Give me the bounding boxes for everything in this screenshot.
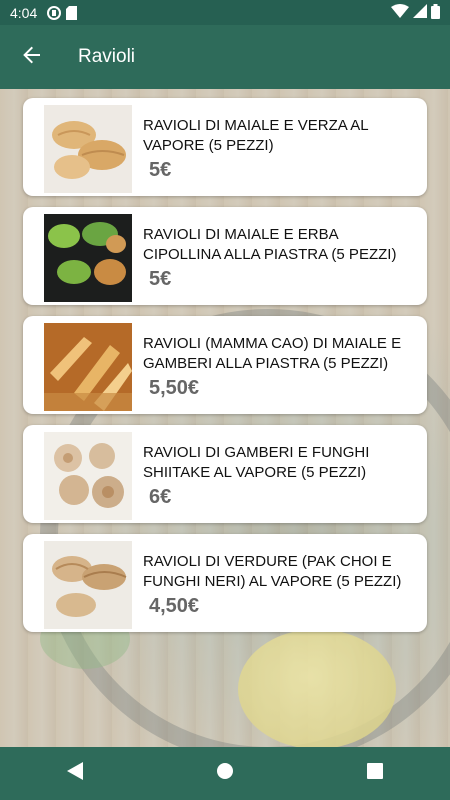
- dish-price: 6€: [149, 486, 172, 508]
- dish-image: [44, 105, 132, 193]
- dish-price: 4,50€: [149, 595, 200, 617]
- circle-home-icon: [216, 762, 234, 785]
- triangle-back-icon: [67, 762, 83, 785]
- signal-icon: [413, 4, 427, 21]
- arrow-back-icon: [22, 45, 42, 70]
- wifi-icon: [391, 4, 409, 21]
- menu-item-card[interactable]: RAVIOLI DI GAMBERI E FUNGHI SHIITAKE AL …: [23, 425, 427, 523]
- square-recents-icon: [367, 763, 383, 784]
- menu-item-card[interactable]: RAVIOLI (MAMMA CAO) DI MAIALE E GAMBERI …: [23, 316, 427, 414]
- dish-title: RAVIOLI DI VERDURE (PAK CHOI E FUNGHI NE…: [143, 553, 402, 590]
- dish-price: 5€: [149, 159, 172, 181]
- page-title: Ravioli: [78, 46, 136, 67]
- dish-image: [44, 541, 132, 629]
- system-nav-bar: [0, 747, 450, 800]
- dish-title: RAVIOLI DI MAIALE E VERZA AL VAPORE (5 P…: [143, 117, 369, 154]
- dish-image: [44, 432, 132, 520]
- notification-app-icon: [47, 5, 62, 20]
- dish-title: RAVIOLI DI MAIALE E ERBA CIPOLLINA ALLA …: [143, 226, 397, 263]
- nav-recents-button[interactable]: [345, 747, 405, 800]
- dish-image: [44, 323, 132, 411]
- battery-icon: [431, 3, 440, 22]
- status-right-icons: [391, 3, 440, 22]
- back-button[interactable]: [0, 25, 64, 89]
- dish-image: [44, 214, 132, 302]
- dish-price: 5,50€: [149, 377, 200, 399]
- dish-title: RAVIOLI (MAMMA CAO) DI MAIALE E GAMBERI …: [143, 335, 402, 372]
- sd-card-icon: [66, 5, 78, 20]
- nav-home-button[interactable]: [195, 747, 255, 800]
- dish-title: RAVIOLI DI GAMBERI E FUNGHI SHIITAKE AL …: [143, 444, 370, 481]
- menu-item-card[interactable]: RAVIOLI DI MAIALE E VERZA AL VAPORE (5 P…: [23, 98, 427, 196]
- menu-item-card[interactable]: RAVIOLI DI MAIALE E ERBA CIPOLLINA ALLA …: [23, 207, 427, 305]
- menu-item-card[interactable]: RAVIOLI DI VERDURE (PAK CHOI E FUNGHI NE…: [23, 534, 427, 632]
- nav-back-button[interactable]: [45, 747, 105, 800]
- dish-price: 5€: [149, 268, 172, 290]
- status-bar: 4:04: [0, 0, 450, 25]
- menu-list[interactable]: RAVIOLI DI MAIALE E VERZA AL VAPORE (5 P…: [0, 89, 450, 747]
- app-bar: Ravioli: [0, 25, 450, 89]
- status-time: 4:04: [10, 4, 38, 21]
